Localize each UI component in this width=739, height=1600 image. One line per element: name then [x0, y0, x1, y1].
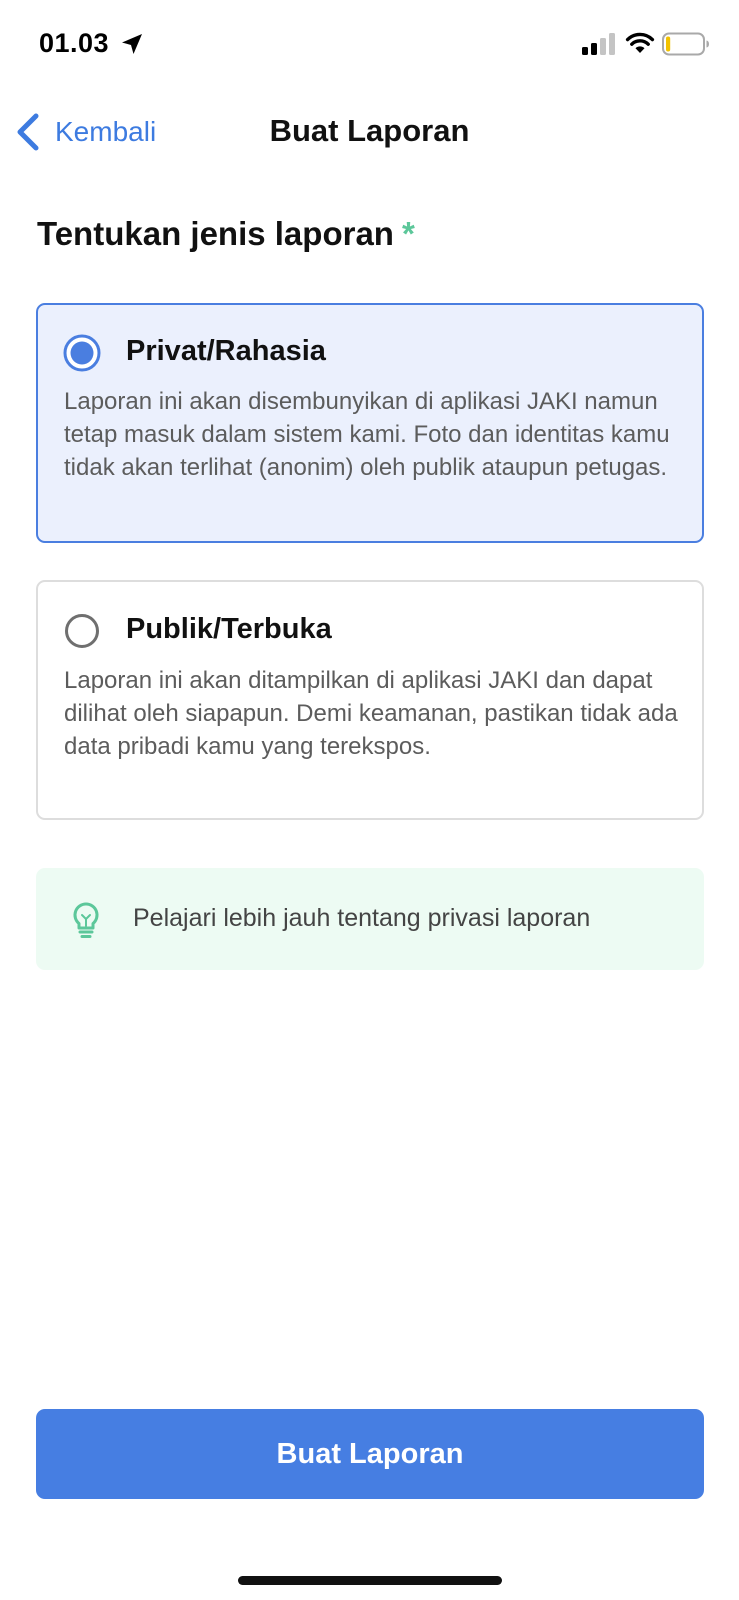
- option-title: Publik/Terbuka: [126, 613, 332, 645]
- radio-selected-icon[interactable]: [63, 334, 101, 372]
- screen: 01.03 Kembali Buat Laporan Tentukan jeni…: [0, 0, 739, 1600]
- create-report-button[interactable]: Buat Laporan: [36, 1409, 704, 1499]
- page-title: Buat Laporan: [269, 113, 470, 148]
- option-description: Laporan ini akan disembunyikan di aplika…: [64, 388, 670, 481]
- status-time: 01.03: [39, 28, 110, 58]
- required-mark: *: [401, 215, 415, 252]
- radio-unselected-icon[interactable]: [63, 612, 101, 650]
- report-type-option-public[interactable]: Publik/Terbuka Laporan ini akan ditampil…: [36, 580, 704, 820]
- cellular-signal-icon: [582, 33, 615, 55]
- option-description: Laporan ini akan ditampilkan di aplikasi…: [64, 667, 678, 760]
- section-title-text: Tentukan jenis laporan: [37, 215, 394, 252]
- home-indicator[interactable]: [238, 1576, 502, 1585]
- battery-low-icon: [662, 32, 709, 56]
- privacy-info-link[interactable]: Pelajari lebih jauh tentang privasi lapo…: [133, 904, 590, 933]
- location-arrow-icon: [122, 34, 142, 54]
- section-title: Tentukan jenis laporan *: [37, 215, 415, 253]
- lightbulb-icon: [73, 902, 99, 938]
- privacy-info-banner[interactable]: Pelajari lebih jauh tentang privasi lapo…: [36, 868, 704, 970]
- option-title: Privat/Rahasia: [126, 335, 326, 367]
- report-type-option-private[interactable]: Privat/Rahasia Laporan ini akan disembun…: [36, 303, 704, 543]
- wifi-icon: [625, 32, 655, 53]
- status-bar: 01.03: [0, 0, 739, 90]
